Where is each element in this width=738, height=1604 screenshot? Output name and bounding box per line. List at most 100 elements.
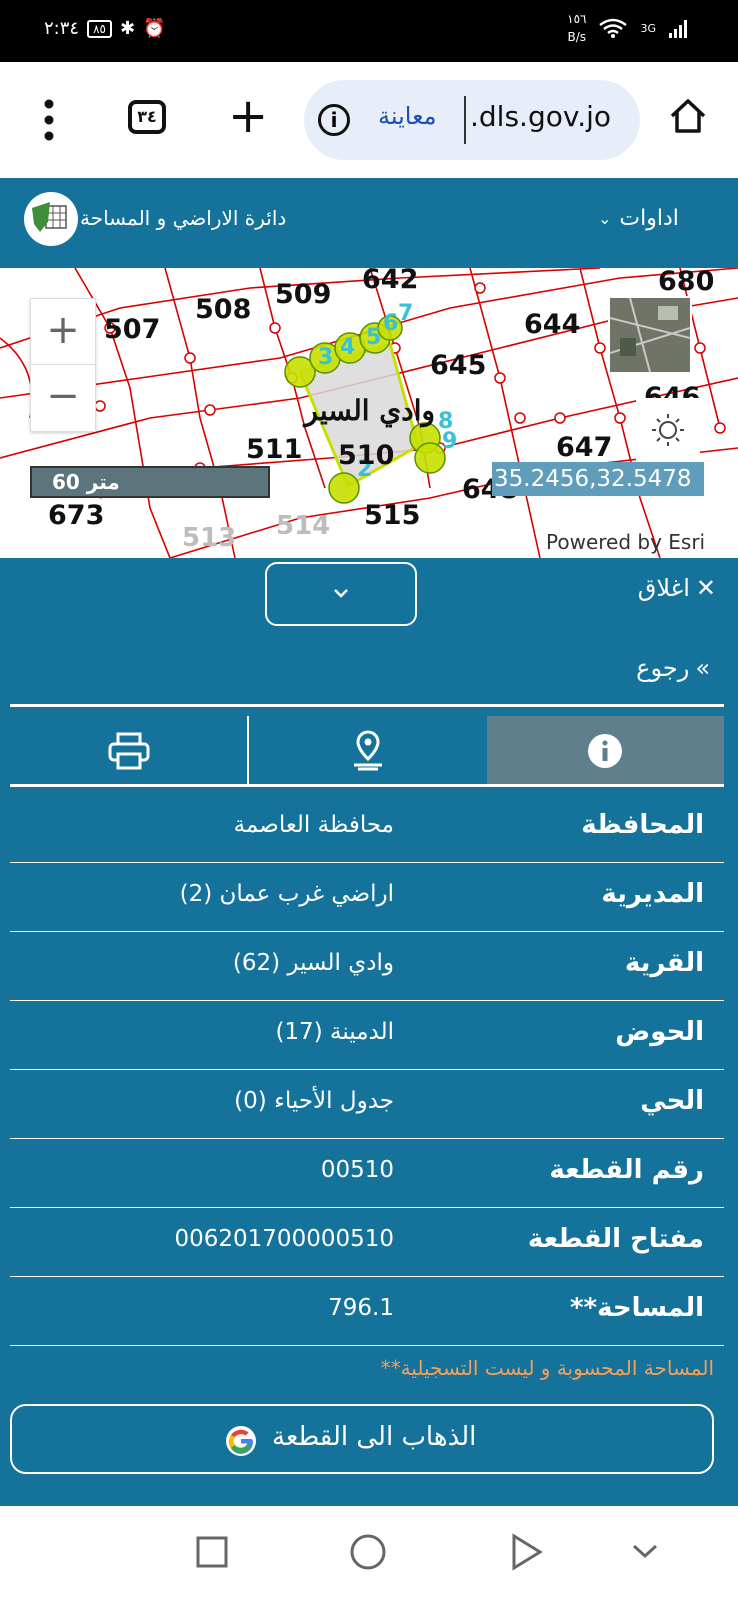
back-button[interactable]: رجوع «	[636, 654, 710, 682]
parcel-details-panel: اغلاق ✕ رجوع « المحافظة محافظة العاصمة ا…	[0, 558, 738, 1506]
parcel-label-514: 514	[276, 511, 330, 541]
row-value: 00510	[320, 1157, 394, 1183]
printer-icon	[108, 732, 150, 770]
parcel-label-511: 511	[246, 434, 302, 465]
tools-label: اداوات	[619, 206, 679, 231]
table-row: رقم القطعة 00510	[10, 1139, 724, 1208]
address-bar[interactable]: i معاينة .dls.gov.jo	[304, 80, 640, 160]
row-value: وادي السير (62)	[232, 950, 394, 976]
table-row: **المساحة 796.1	[10, 1277, 724, 1346]
parcel-label-507: 507	[104, 314, 160, 345]
parcel-label-647: 647	[556, 432, 612, 463]
go-to-parcel-label: الذهاب الى القطعة	[272, 1422, 477, 1452]
back-nav-icon[interactable]	[512, 1533, 543, 1571]
parcel-label-680: 680	[658, 268, 714, 297]
go-to-parcel-button[interactable]: الذهاب الى القطعة	[10, 1404, 714, 1474]
row-label: الحوض	[615, 1017, 704, 1047]
tab-info[interactable]	[486, 716, 724, 786]
village-label: وادي السير	[302, 394, 435, 428]
row-label: الحي	[640, 1086, 704, 1116]
nav-buttons	[196, 1533, 658, 1571]
basemap-toggle[interactable]	[608, 296, 692, 374]
svg-text:4: 4	[340, 335, 355, 360]
parcel-label-509: 509	[275, 279, 331, 310]
row-value: اراضي غرب عمان (2)	[179, 881, 394, 907]
close-button[interactable]: اغلاق ✕	[638, 574, 716, 602]
google-icon	[226, 1426, 256, 1456]
row-value: الدمينة (17)	[275, 1019, 394, 1045]
app-title: دائرة الاراضي و المساحة	[80, 206, 287, 230]
scale-bar: 60 متر	[30, 466, 270, 498]
parcel-label-673: 673	[48, 500, 104, 531]
browser-toolbar: ٣٤ + i معاينة .dls.gov.jo	[0, 62, 738, 178]
row-value: جدول الأحياء (0)	[234, 1088, 394, 1114]
url-text[interactable]: .dls.gov.jo	[470, 100, 611, 133]
close-label: اغلاق	[637, 574, 690, 602]
svg-text:9: 9	[442, 429, 457, 454]
area-note: **المساحة المحسوبة و ليست التسجيلية	[380, 1356, 714, 1380]
recents-icon[interactable]	[196, 1536, 228, 1568]
row-value: 796.1	[328, 1295, 394, 1321]
svg-text:3: 3	[318, 345, 333, 370]
home-nav-icon[interactable]	[350, 1534, 386, 1570]
row-value: 006201700000510	[174, 1226, 395, 1252]
more-menu-icon[interactable]	[36, 98, 62, 142]
zoom-control: + −	[30, 298, 96, 432]
row-label: **المساحة	[569, 1293, 704, 1323]
parcel-label-644: 644	[524, 309, 580, 340]
tab-switcher-button[interactable]: ٣٤	[128, 100, 166, 134]
home-icon[interactable]	[668, 96, 708, 136]
chevron-down-icon: ⌄	[598, 209, 612, 228]
parcel-label-642: 642	[362, 268, 418, 295]
dls-logo	[24, 192, 78, 246]
app-header: ⌄ اداوات دائرة الاراضي و المساحة	[0, 178, 738, 268]
network-type: 3G	[640, 21, 656, 35]
alarm-icon: ⏰	[143, 18, 166, 39]
table-row: مفتاح القطعة 006201700000510	[10, 1208, 724, 1277]
row-label: مفتاح القطعة	[527, 1224, 704, 1254]
satellite-thumbnail-icon	[609, 297, 691, 373]
parcel-label-515: 515	[364, 500, 420, 531]
table-row: الحوض الدمينة (17)	[10, 1001, 724, 1070]
back-label: رجوع	[636, 654, 690, 682]
row-label: المحافظة	[581, 810, 704, 840]
hide-nav-icon[interactable]	[632, 1544, 658, 1559]
map-view[interactable]: 345 678 92 509 642 680 508 507 644 645 6…	[0, 268, 738, 558]
locate-button[interactable]	[636, 398, 700, 462]
tab-location[interactable]	[247, 716, 486, 786]
clock: ٢:٣٤	[44, 18, 80, 39]
tools-menu[interactable]: ⌄ اداوات	[598, 206, 679, 231]
jordan-map-logo-icon	[32, 202, 67, 232]
map-pin-icon	[353, 730, 382, 771]
network-speed-value: ١٥٦	[567, 12, 587, 26]
table-row: المديرية اراضي غرب عمان (2)	[10, 863, 724, 932]
double-chevron-icon: «	[695, 654, 710, 682]
tabs-divider	[10, 784, 724, 787]
row-label: القرية	[624, 948, 704, 978]
status-left: ٢:٣٤ ٨٥ ✱ ⏰	[44, 18, 165, 39]
map-attribution: Powered by Esri	[546, 530, 706, 554]
network-speed-unit: B/s	[567, 30, 587, 44]
battery-indicator: ٨٥	[87, 19, 112, 38]
table-row: القرية وادي السير (62)	[10, 932, 724, 1001]
status-bar: ٢:٣٤ ٨٥ ✱ ⏰ ١٥٦ B/s 3G	[0, 0, 738, 62]
tab-print[interactable]	[10, 716, 247, 786]
parcel-label-510: 510	[338, 440, 394, 471]
collapse-panel-button[interactable]	[265, 562, 417, 626]
sun-icon	[652, 414, 684, 446]
network-speed: ١٥٦ B/s	[567, 10, 586, 46]
signal-icon	[669, 20, 687, 38]
attribute-table: المحافظة محافظة العاصمة المديرية اراضي غ…	[10, 794, 724, 1346]
chevron-down-icon	[334, 589, 348, 598]
table-row: المحافظة محافظة العاصمة	[10, 794, 724, 863]
bluetooth-icon: ✱	[119, 18, 136, 39]
new-tab-plus-icon[interactable]: +	[228, 92, 268, 140]
wifi-icon	[599, 18, 628, 38]
panel-tabs	[10, 716, 724, 786]
row-value: محافظة العاصمة	[233, 812, 394, 838]
table-row: الحي جدول الأحياء (0)	[10, 1070, 724, 1139]
site-info-icon[interactable]: i	[318, 104, 350, 136]
zoom-out-button[interactable]: −	[31, 365, 95, 431]
address-divider	[464, 96, 466, 144]
zoom-in-button[interactable]: +	[31, 299, 95, 365]
